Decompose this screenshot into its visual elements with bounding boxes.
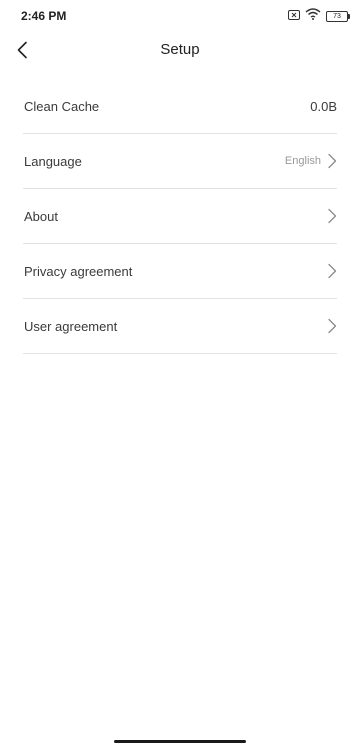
about-label: About: [24, 208, 58, 224]
cache-size-value: 0.0B: [310, 98, 337, 114]
privacy-agreement-label: Privacy agreement: [24, 263, 133, 279]
chevron-right-icon: [328, 153, 337, 169]
sim-off-icon: [288, 7, 300, 25]
user-agreement-row[interactable]: User agreement: [23, 299, 337, 354]
chevron-right-icon: [328, 318, 337, 334]
status-time: 2:46 PM: [21, 9, 67, 23]
wifi-icon: [305, 7, 321, 25]
home-indicator[interactable]: [114, 740, 246, 743]
user-agreement-label: User agreement: [24, 318, 118, 334]
status-bar: 2:46 PM 73: [0, 0, 360, 32]
status-icons: 73: [288, 7, 350, 25]
settings-list: Clean Cache 0.0B Language English About …: [23, 79, 337, 354]
language-row[interactable]: Language English: [23, 134, 337, 189]
chevron-right-icon: [328, 208, 337, 224]
battery-icon: 73: [326, 10, 350, 22]
chevron-right-icon: [328, 263, 337, 279]
clean-cache-label: Clean Cache: [24, 98, 100, 114]
privacy-agreement-row[interactable]: Privacy agreement: [23, 244, 337, 299]
clean-cache-row[interactable]: Clean Cache 0.0B: [23, 79, 337, 134]
language-label: Language: [24, 153, 82, 169]
language-value: English: [284, 155, 321, 167]
page-title: Setup: [160, 41, 200, 58]
header: Setup: [0, 32, 360, 70]
about-row[interactable]: About: [23, 189, 337, 244]
